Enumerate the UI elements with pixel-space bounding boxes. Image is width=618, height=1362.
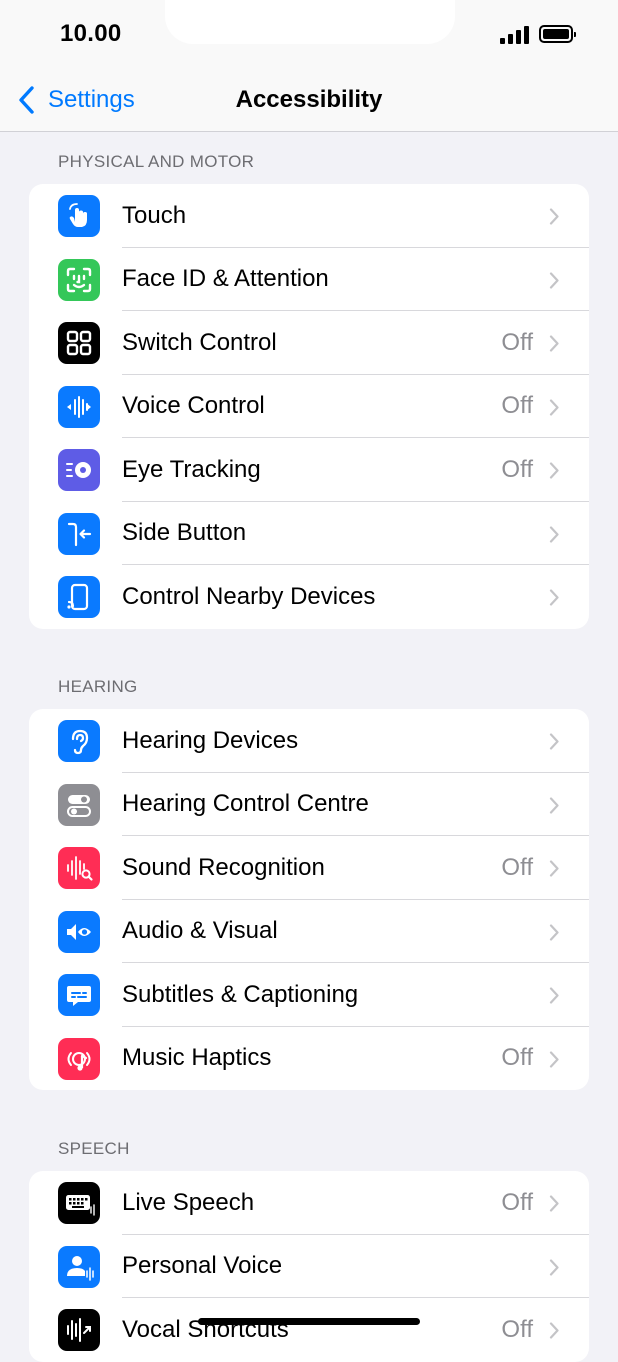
row-audio-and-visual[interactable]: Audio & Visual xyxy=(29,900,589,963)
row-value: Off xyxy=(501,455,533,483)
vocal-shortcuts-icon xyxy=(58,1309,100,1351)
status-time: 10.00 xyxy=(60,20,122,47)
chevron-right-icon xyxy=(549,733,559,750)
side-button-icon xyxy=(58,512,100,555)
row-control-nearby-devices[interactable]: Control Nearby Devices xyxy=(29,565,589,629)
row-label: Touch xyxy=(122,201,187,229)
personal-voice-icon xyxy=(58,1245,100,1288)
row-vocal-shortcuts[interactable]: Vocal Shortcuts Off xyxy=(29,1298,589,1362)
chevron-right-icon xyxy=(549,987,559,1004)
row-label: Voice Control xyxy=(122,392,265,420)
row-label: Subtitles & Captioning xyxy=(122,980,359,1008)
home-indicator[interactable] xyxy=(198,1318,420,1325)
row-value: Off xyxy=(501,1044,533,1072)
chevron-right-icon xyxy=(549,923,559,941)
row-label: Hearing Control Centre xyxy=(122,790,369,818)
row-subtitles-and-captioning[interactable]: Subtitles & Captioning xyxy=(29,963,589,1027)
chevron-right-icon xyxy=(549,1258,559,1276)
navigation-bar: Settings Accessibility xyxy=(0,70,618,132)
face-id-icon xyxy=(58,258,100,301)
row-label: Personal Voice xyxy=(122,1252,283,1280)
row-label: Eye Tracking xyxy=(122,455,261,483)
row-value: Off xyxy=(501,1315,533,1343)
chevron-right-icon xyxy=(549,1050,559,1068)
sound-recognition-icon xyxy=(58,847,100,889)
row-switch-control[interactable]: Switch Control Off xyxy=(29,311,589,375)
row-label: Hearing Devices xyxy=(122,726,299,754)
row-face-id-and-attention[interactable]: Face ID & Attention xyxy=(29,248,589,311)
row-label: Audio & Visual xyxy=(122,917,278,945)
touch-icon xyxy=(58,195,100,237)
row-value: Off xyxy=(501,392,533,420)
settings-group: Hearing Devices Hearing Control Centre Sou… xyxy=(29,709,589,1090)
row-label: Sound Recognition xyxy=(122,853,325,881)
chevron-right-icon xyxy=(549,1195,559,1212)
chevron-right-icon xyxy=(549,1322,559,1339)
chevron-right-icon xyxy=(549,860,559,877)
row-hearing-control-centre[interactable]: Hearing Control Centre xyxy=(29,773,589,836)
notch xyxy=(165,0,455,44)
keyboard-icon xyxy=(58,1182,100,1224)
row-eye-tracking[interactable]: Eye Tracking Off xyxy=(29,438,589,502)
row-label: Face ID & Attention xyxy=(122,265,329,293)
row-sound-recognition[interactable]: Sound Recognition Off xyxy=(29,836,589,900)
chevron-right-icon xyxy=(549,462,559,479)
toggles-icon xyxy=(58,783,100,826)
audio-visual-icon xyxy=(58,910,100,953)
settings-group: Live Speech Off Personal Voice Vocal Shortc… xyxy=(29,1171,589,1362)
page-title: Accessibility xyxy=(235,86,383,113)
row-hearing-devices[interactable]: Hearing Devices xyxy=(29,709,589,773)
chevron-right-icon xyxy=(549,271,559,289)
row-personal-voice[interactable]: Personal Voice xyxy=(29,1235,589,1298)
row-side-button[interactable]: Side Button xyxy=(29,502,589,565)
chevron-right-icon xyxy=(549,335,559,352)
row-touch[interactable]: Touch xyxy=(29,184,589,248)
row-voice-control[interactable]: Voice Control Off xyxy=(29,375,589,438)
voice-control-icon xyxy=(58,385,100,428)
chevron-right-icon xyxy=(549,796,559,814)
ear-icon xyxy=(58,720,100,762)
chevron-right-icon xyxy=(549,208,559,225)
row-value: Off xyxy=(501,853,533,881)
settings-group: Touch Face ID & Attention Switch Control Of… xyxy=(29,184,589,629)
chevron-right-icon xyxy=(549,398,559,416)
chevron-right-icon xyxy=(549,589,559,606)
row-value: Off xyxy=(501,328,533,356)
section-header: PHYSICAL AND MOTOR xyxy=(58,152,255,171)
battery-icon xyxy=(539,25,576,43)
section-header: SPEECH xyxy=(58,1139,130,1158)
nearby-devices-icon xyxy=(58,576,100,618)
row-label: Live Speech xyxy=(122,1188,255,1216)
row-label: Side Button xyxy=(122,519,247,547)
section-header: HEARING xyxy=(58,677,138,696)
row-label: Switch Control xyxy=(122,328,277,356)
subtitles-icon xyxy=(58,974,100,1016)
status-bar: 10.00 xyxy=(0,0,618,70)
row-music-haptics[interactable]: Music Haptics Off xyxy=(29,1027,589,1091)
music-haptics-icon xyxy=(58,1037,100,1080)
chevron-right-icon xyxy=(549,525,559,543)
cellular-signal-icon xyxy=(500,26,532,44)
row-value: Off xyxy=(501,1188,533,1216)
eye-tracking-icon xyxy=(58,449,100,491)
row-label: Control Nearby Devices xyxy=(122,582,376,610)
row-live-speech[interactable]: Live Speech Off xyxy=(29,1171,589,1235)
row-label: Music Haptics xyxy=(122,1044,272,1072)
switch-control-icon xyxy=(58,322,100,364)
